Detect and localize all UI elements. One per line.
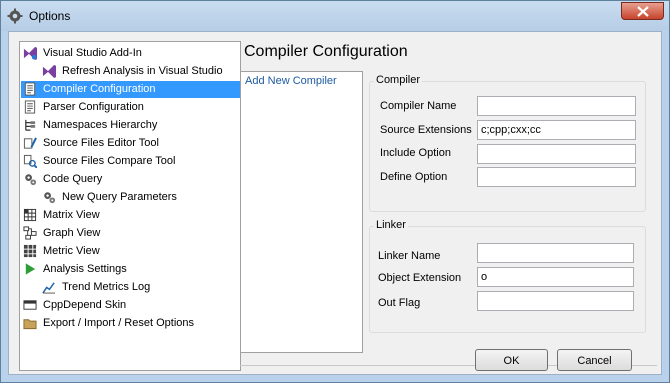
matrix-icon — [23, 208, 37, 222]
page-title: Compiler Configuration — [244, 43, 408, 60]
close-icon — [637, 6, 649, 17]
folder-icon — [23, 319, 37, 330]
editor-tool-icon — [23, 137, 37, 149]
gears-icon — [44, 192, 56, 204]
tree-item-source-files-editor-tool[interactable]: Source Files Editor Tool — [21, 135, 159, 152]
tree-item-label: Analysis Settings — [43, 263, 127, 275]
tree-item-label: Source Files Editor Tool — [43, 137, 159, 149]
tree-item-source-files-compare-tool[interactable]: Source Files Compare Tool — [21, 153, 175, 170]
linker-group-label: Linker — [374, 219, 408, 231]
out-flag-label: Out Flag — [378, 297, 421, 309]
tree-item-label: Export / Import / Reset Options — [43, 317, 195, 329]
skin-icon — [23, 300, 37, 310]
tree-item-label: Graph View — [43, 227, 101, 239]
tree-item-parser-configuration[interactable]: Parser Configuration — [21, 99, 144, 116]
tree-item-export-import-reset-options[interactable]: Export / Import / Reset Options — [21, 315, 194, 332]
tree-item-refresh-analysis-in-visual-studio[interactable]: Refresh Analysis in Visual Studio — [40, 63, 223, 80]
tree-item-label: Metric View — [43, 245, 100, 257]
window-title: Options — [29, 9, 71, 23]
document-icon — [24, 100, 36, 114]
tree-item-new-query-parameters[interactable]: New Query Parameters — [40, 189, 177, 206]
linker-name-label: Linker Name — [378, 250, 441, 262]
cancel-button[interactable]: Cancel — [557, 349, 632, 371]
tree-item-compiler-configuration[interactable]: Compiler Configuration — [21, 81, 240, 98]
tree-item-trend-metrics-log[interactable]: Trend Metrics Log — [40, 279, 150, 296]
list-item-add-new-compiler[interactable]: Add New Compiler — [242, 73, 361, 89]
tree-item-analysis-settings[interactable]: Analysis Settings — [21, 261, 127, 278]
tree-item-code-query[interactable]: Code Query — [21, 171, 102, 188]
tree-item-label: CppDepend Skin — [43, 299, 127, 311]
source-extensions-input[interactable] — [477, 120, 636, 140]
compiler-list[interactable]: Add New Compiler — [240, 71, 363, 353]
document-icon — [24, 82, 36, 96]
include-option-label: Include Option — [380, 147, 451, 159]
tree-item-graph-view[interactable]: Graph View — [21, 225, 100, 242]
out-flag-input[interactable] — [477, 291, 634, 311]
vs-addin-icon — [23, 46, 37, 60]
ok-button[interactable]: OK — [475, 349, 548, 371]
define-option-label: Define Option — [380, 171, 448, 183]
vs-refresh-icon — [42, 64, 56, 78]
compiler-name-label: Compiler Name — [380, 100, 457, 112]
title-bar[interactable]: Options — [1, 1, 669, 31]
tree-item-label: Code Query — [43, 173, 103, 185]
metric-icon — [23, 244, 37, 258]
tree-item-cppdepend-skin[interactable]: CppDepend Skin — [21, 297, 126, 314]
include-option-input[interactable] — [477, 144, 636, 164]
tree-item-namespaces-hierarchy[interactable]: Namespaces Hierarchy — [21, 117, 157, 134]
tree-item-label: Matrix View — [43, 209, 100, 221]
object-extension-label: Object Extension — [378, 272, 462, 284]
gear-icon — [7, 8, 23, 24]
options-window: Options Visual Studio Add-In Refresh Anal… — [0, 0, 670, 383]
gears-icon — [25, 174, 37, 186]
compare-tool-icon — [23, 154, 37, 168]
tree-item-label: Compiler Configuration — [43, 83, 156, 95]
tree-item-label: Source Files Compare Tool — [43, 155, 176, 167]
hierarchy-icon — [25, 119, 36, 131]
tree-item-matrix-view[interactable]: Matrix View — [21, 207, 100, 224]
source-extensions-label: Source Extensions — [380, 124, 472, 136]
tree-item-visual-studio-add-in[interactable]: Visual Studio Add-In — [21, 45, 142, 62]
compiler-name-input[interactable] — [477, 96, 636, 116]
tree-item-label: Visual Studio Add-In — [43, 47, 142, 59]
tree-item-label: Refresh Analysis in Visual Studio — [62, 65, 223, 77]
tree-item-label: Parser Configuration — [43, 101, 144, 113]
tree-item-label: Namespaces Hierarchy — [43, 119, 158, 131]
play-icon — [25, 263, 36, 275]
close-button[interactable] — [621, 2, 664, 20]
linker-name-input[interactable] — [477, 243, 634, 263]
object-extension-input[interactable] — [477, 267, 634, 287]
trend-chart-icon — [42, 282, 56, 294]
options-tree[interactable]: Visual Studio Add-In Refresh Analysis in … — [19, 41, 241, 371]
compiler-groupbox: Compiler Compiler Name Source Extensions… — [369, 74, 646, 212]
tree-item-label: New Query Parameters — [62, 191, 177, 203]
tree-item-metric-view[interactable]: Metric View — [21, 243, 100, 260]
dialog-client-area: Visual Studio Add-In Refresh Analysis in … — [8, 31, 662, 375]
tree-item-label: Trend Metrics Log — [62, 281, 151, 293]
compiler-group-label: Compiler — [374, 74, 423, 86]
define-option-input[interactable] — [477, 167, 636, 187]
linker-groupbox: Linker Linker Name Object Extension Out … — [369, 219, 646, 333]
graph-icon — [23, 226, 37, 240]
